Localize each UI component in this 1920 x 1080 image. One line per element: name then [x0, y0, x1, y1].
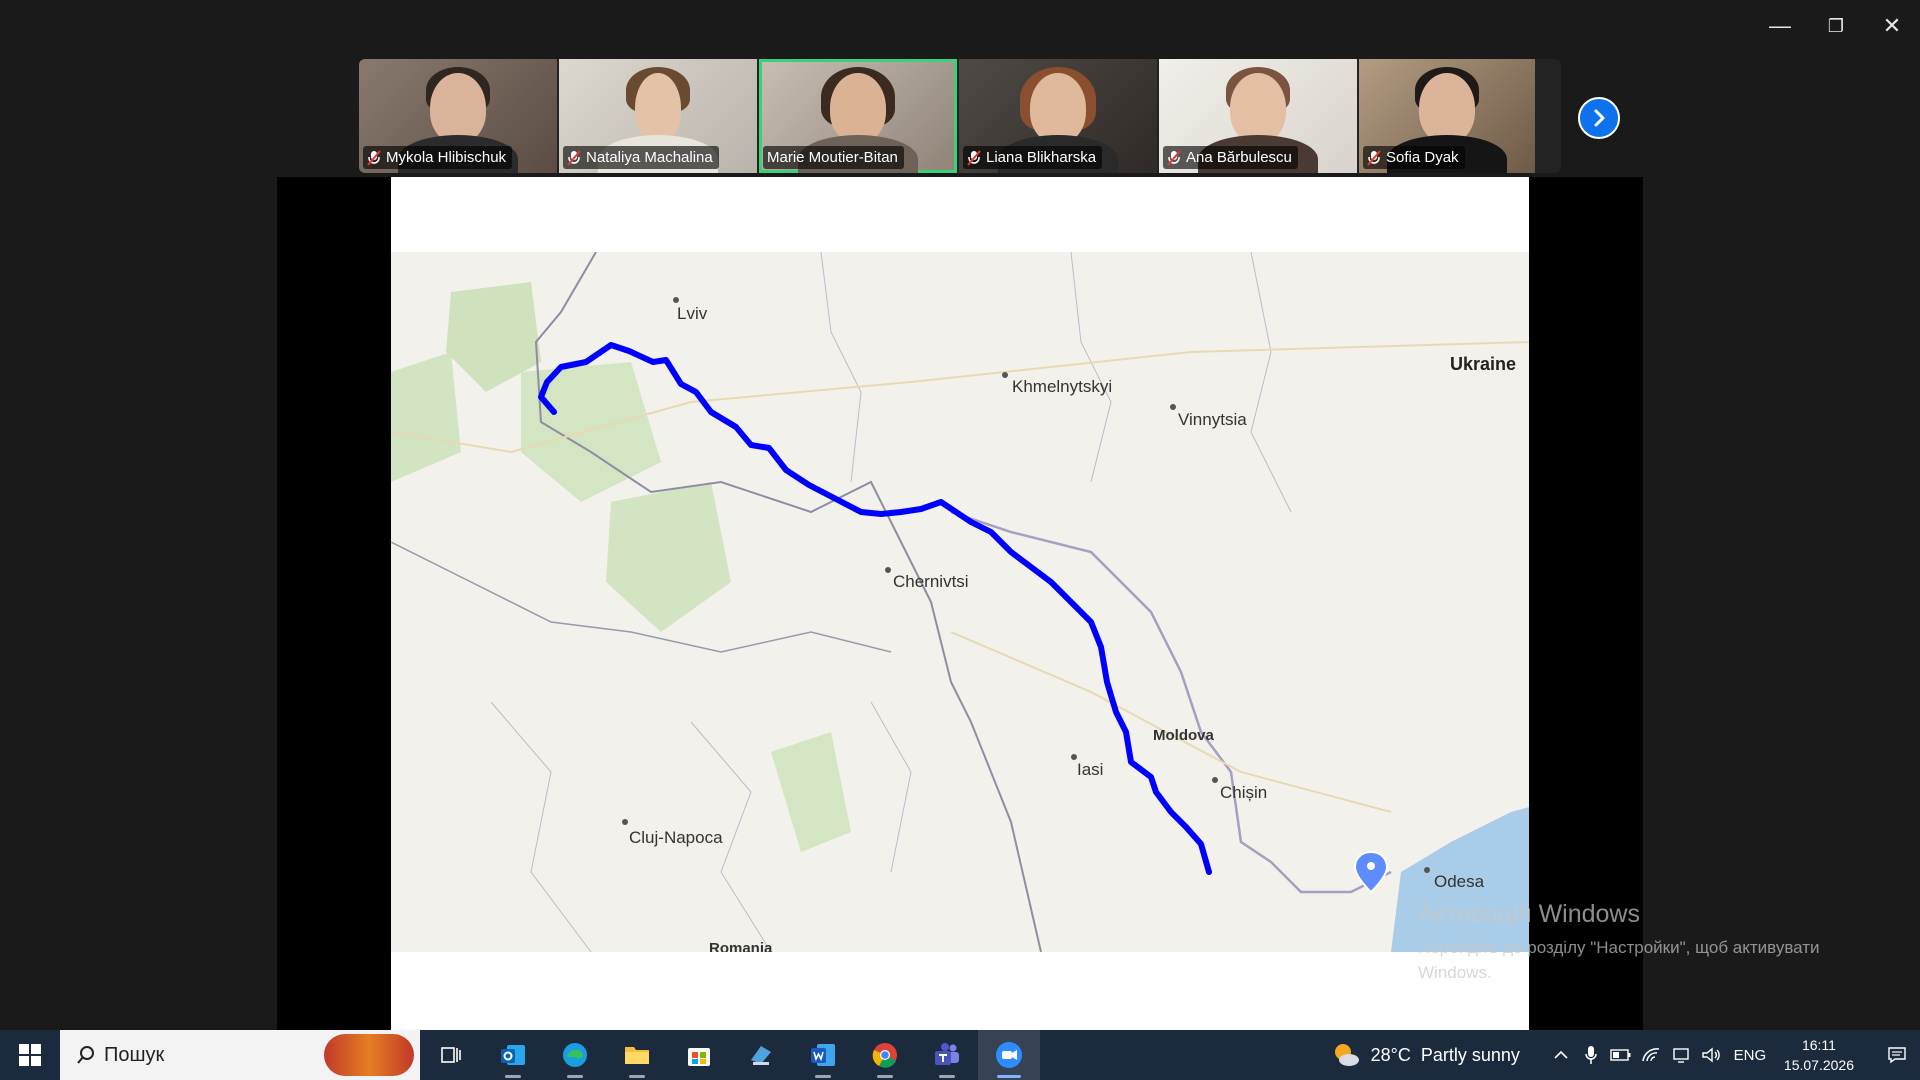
watermark-subtitle: Перейдіть до розділу "Настройки", щоб ак… — [1418, 938, 1820, 982]
city-label: Khmelnytskyi — [1012, 377, 1113, 396]
search-placeholder: Пошук — [104, 1043, 165, 1066]
participant-tile[interactable]: Ana Bărbulescu — [1159, 59, 1357, 173]
file-explorer-button[interactable] — [606, 1030, 668, 1080]
microsoft-store-button[interactable] — [668, 1030, 730, 1080]
zoom-icon — [996, 1042, 1022, 1068]
city-label: Iasi — [1077, 760, 1104, 779]
display-button[interactable] — [1666, 1046, 1696, 1064]
outlook-button[interactable] — [482, 1030, 544, 1080]
taskbar: Пошук 28°C Partly sunny ENG 16:11 15.07.… — [0, 1030, 1920, 1080]
language-indicator[interactable]: ENG — [1726, 1047, 1774, 1064]
participant-name: Liana Blikharska — [986, 149, 1097, 166]
windows-logo-icon — [19, 1044, 41, 1066]
country-label: Moldova — [1153, 727, 1214, 744]
map[interactable]: Lviv Khmelnytskyi Vinnytsia Ukraine Cher… — [391, 252, 1529, 952]
name-tag: Nataliya Machalina — [563, 146, 719, 169]
system-tray: 28°C Partly sunny ENG 16:11 15.07.2026 — [1331, 1030, 1920, 1080]
weather-condition: Partly sunny — [1420, 1044, 1520, 1065]
city-label: Chișin — [1220, 783, 1268, 802]
city-label: Chernivtsi — [893, 572, 969, 591]
name-tag: Mykola Hlibischuk — [363, 146, 513, 169]
folder-icon — [625, 1047, 649, 1064]
location-pin-icon[interactable] — [1353, 850, 1389, 894]
mic-muted-icon — [1367, 149, 1381, 166]
store-icon — [688, 1048, 710, 1066]
participant-tile[interactable]: Mykola Hlibischuk — [359, 59, 557, 173]
taskbar-search[interactable]: Пошук — [60, 1030, 420, 1080]
microphone-icon — [1585, 1046, 1597, 1064]
city-label: Lviv — [677, 304, 708, 323]
weather-temp: 28°C — [1370, 1044, 1411, 1065]
outlook-icon — [501, 1045, 525, 1065]
wifi-icon — [1642, 1048, 1660, 1062]
clock-time: 16:11 — [1801, 1037, 1836, 1053]
restore-button[interactable]: ❐ — [1808, 0, 1864, 52]
name-tag: Sofia Dyak — [1363, 146, 1465, 169]
speaker-icon — [1702, 1047, 1720, 1063]
weather-widget[interactable]: 28°C Partly sunny — [1331, 1041, 1520, 1069]
participant-tile[interactable]: Nataliya Machalina — [559, 59, 757, 173]
participant-name: Marie Moutier-Bitan — [767, 149, 898, 166]
task-view-button[interactable] — [420, 1030, 482, 1080]
start-button[interactable] — [0, 1030, 60, 1080]
microphone-button[interactable] — [1576, 1045, 1606, 1065]
chevron-right-icon — [1594, 109, 1605, 127]
battery-button[interactable] — [1606, 1048, 1636, 1062]
country-label: Ukraine — [1450, 354, 1517, 374]
minimize-button[interactable]: — — [1752, 0, 1808, 52]
mic-muted-icon — [367, 149, 381, 166]
teams-icon — [935, 1043, 959, 1065]
participant-filmstrip: Mykola Hlibischuk Nataliya Machalina Mar… — [359, 59, 1561, 173]
participant-tile-active[interactable]: Marie Moutier-Bitan — [759, 59, 957, 173]
edge-button[interactable] — [544, 1030, 606, 1080]
search-icon — [77, 1046, 94, 1064]
clock[interactable]: 16:11 15.07.2026 — [1784, 1035, 1854, 1075]
participant-name: Nataliya Machalina — [586, 149, 713, 166]
notifications-button[interactable] — [1874, 1046, 1920, 1064]
mic-muted-icon — [967, 149, 981, 166]
word-button[interactable] — [792, 1030, 854, 1080]
partly-sunny-icon — [1334, 1044, 1359, 1066]
task-view-icon — [441, 1047, 461, 1063]
edge-icon — [563, 1043, 587, 1067]
participant-name: Ana Bărbulescu — [1186, 149, 1292, 166]
show-hidden-icons-button[interactable] — [1546, 1050, 1576, 1060]
mic-muted-icon — [567, 149, 581, 166]
clock-date: 15.07.2026 — [1783, 1057, 1854, 1073]
map-canvas — [391, 252, 1529, 952]
name-tag: Marie Moutier-Bitan — [763, 146, 904, 169]
teams-button[interactable] — [916, 1030, 978, 1080]
battery-icon — [1610, 1049, 1631, 1061]
chrome-button[interactable] — [854, 1030, 916, 1080]
activation-watermark: Активація Windows Перейдіть до розділу "… — [1418, 900, 1848, 985]
participant-name: Mykola Hlibischuk — [386, 149, 507, 166]
remote-desktop-icon — [751, 1046, 771, 1065]
chrome-icon — [872, 1043, 897, 1068]
city-label: Cluj-Napoca — [629, 828, 723, 847]
display-icon — [1673, 1048, 1689, 1063]
window-controls: — ❐ ✕ — [1752, 0, 1920, 52]
city-label: Odesa — [1434, 872, 1485, 891]
country-label: Romania — [709, 940, 773, 952]
word-icon — [811, 1044, 835, 1066]
participant-tile[interactable]: Liana Blikharska — [959, 59, 1157, 173]
chevron-up-icon — [1554, 1050, 1568, 1059]
zoom-button[interactable] — [978, 1030, 1040, 1080]
search-highlight-image — [324, 1034, 414, 1076]
city-label: Vinnytsia — [1178, 410, 1247, 429]
participant-tile[interactable]: Sofia Dyak — [1359, 59, 1535, 173]
volume-button[interactable] — [1696, 1047, 1726, 1063]
name-tag: Liana Blikharska — [963, 146, 1103, 169]
remote-desktop-button[interactable] — [730, 1030, 792, 1080]
watermark-title: Активація Windows — [1418, 900, 1640, 928]
mic-muted-icon — [1167, 149, 1181, 166]
notification-icon — [1888, 1047, 1906, 1064]
close-button[interactable]: ✕ — [1864, 0, 1920, 52]
name-tag: Ana Bărbulescu — [1163, 146, 1298, 169]
wifi-button[interactable] — [1636, 1047, 1666, 1063]
next-page-button[interactable] — [1578, 97, 1620, 139]
participant-name: Sofia Dyak — [1386, 149, 1459, 166]
